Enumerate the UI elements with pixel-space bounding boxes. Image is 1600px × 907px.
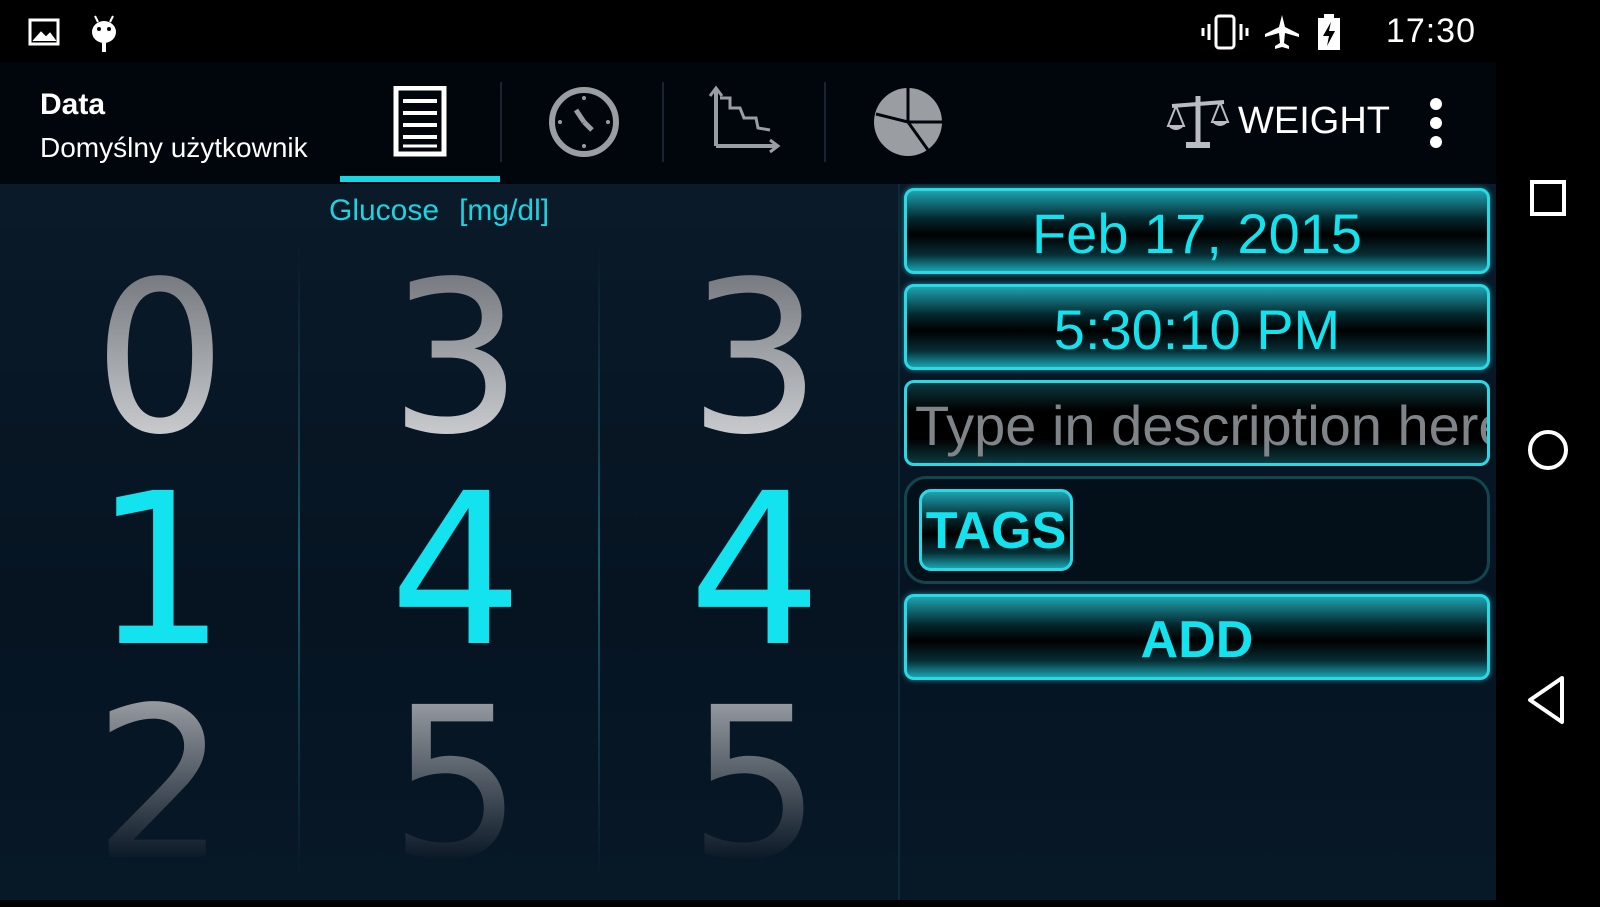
picker-divider — [598, 244, 600, 884]
entry-form: Feb 17, 2015 5:30:10 PM TAGS ADD — [898, 184, 1496, 900]
picker-prev-digit[interactable]: 3 — [607, 254, 903, 464]
add-button[interactable]: ADD — [904, 594, 1490, 680]
selected-tab-indicator — [340, 176, 500, 182]
picker-next-digit[interactable]: 5 — [308, 680, 604, 890]
content-area: Glucose [mg/dl] 0 1 2 3 4 5 3 4 5 Feb 17,… — [0, 184, 1496, 900]
home-button[interactable] — [1518, 420, 1578, 480]
picker-selected-digit[interactable]: 4 — [607, 466, 903, 676]
screen: 17:30 Data Domyślny użytkownik WEIGHT Gl… — [0, 0, 1600, 900]
measurement-label: Glucose [mg/dl] — [329, 194, 549, 228]
back-icon — [1528, 676, 1564, 724]
picker-selected-digit[interactable]: 1 — [12, 466, 308, 676]
more-vertical-icon — [1430, 98, 1442, 148]
app-title: Data — [40, 88, 106, 121]
weight-label: WEIGHT — [1238, 100, 1390, 142]
recents-icon — [1530, 180, 1566, 216]
digit-picker-ones[interactable]: 3 4 5 — [607, 234, 903, 890]
tags-button[interactable]: TAGS — [919, 489, 1073, 571]
tags-container: TAGS — [904, 476, 1490, 584]
tab-clock[interactable] — [502, 62, 662, 184]
back-button[interactable] — [1518, 670, 1578, 730]
tab-list[interactable] — [340, 62, 500, 184]
date-button[interactable]: Feb 17, 2015 — [904, 188, 1490, 274]
status-time: 17:30 — [1385, 12, 1476, 50]
time-button[interactable]: 5:30:10 PM — [904, 284, 1490, 370]
description-field[interactable] — [904, 380, 1490, 466]
picker-prev-digit[interactable]: 3 — [308, 254, 604, 464]
tab-pie[interactable] — [826, 62, 986, 184]
pie-chart-icon — [874, 88, 942, 156]
action-bar: Data Domyślny użytkownik WEIGHT — [0, 62, 1496, 184]
battery-charging-icon — [1314, 12, 1344, 52]
clock-icon — [549, 87, 619, 157]
digit-picker-tens[interactable]: 3 4 5 — [308, 234, 604, 890]
trend-chart-icon — [708, 85, 781, 154]
recents-button[interactable] — [1518, 168, 1578, 228]
home-icon — [1528, 430, 1568, 470]
tab-trend[interactable] — [664, 62, 824, 184]
scale-icon — [1166, 96, 1230, 148]
picker-divider — [298, 244, 300, 884]
measurement-name: Glucose — [329, 194, 440, 227]
status-bar: 17:30 — [0, 0, 1496, 62]
digit-picker-hundreds[interactable]: 0 1 2 — [12, 234, 308, 890]
overflow-menu-button[interactable] — [1418, 90, 1454, 156]
picker-next-digit[interactable]: 5 — [607, 680, 903, 890]
airplane-mode-icon — [1262, 12, 1302, 52]
picker-selected-digit[interactable]: 4 — [308, 466, 604, 676]
android-debug-icon — [86, 12, 122, 52]
weight-button[interactable]: WEIGHT — [1164, 86, 1404, 156]
vibrate-icon — [1200, 12, 1250, 52]
measurement-unit: [mg/dl] — [459, 194, 550, 227]
picker-prev-digit[interactable]: 0 — [12, 254, 308, 464]
picker-next-digit[interactable]: 2 — [12, 680, 308, 890]
user-name: Domyślny użytkownik — [40, 132, 308, 163]
image-notification-icon — [26, 12, 62, 52]
description-input[interactable] — [913, 389, 1487, 461]
list-icon — [393, 86, 447, 157]
navigation-bar — [1496, 0, 1600, 900]
